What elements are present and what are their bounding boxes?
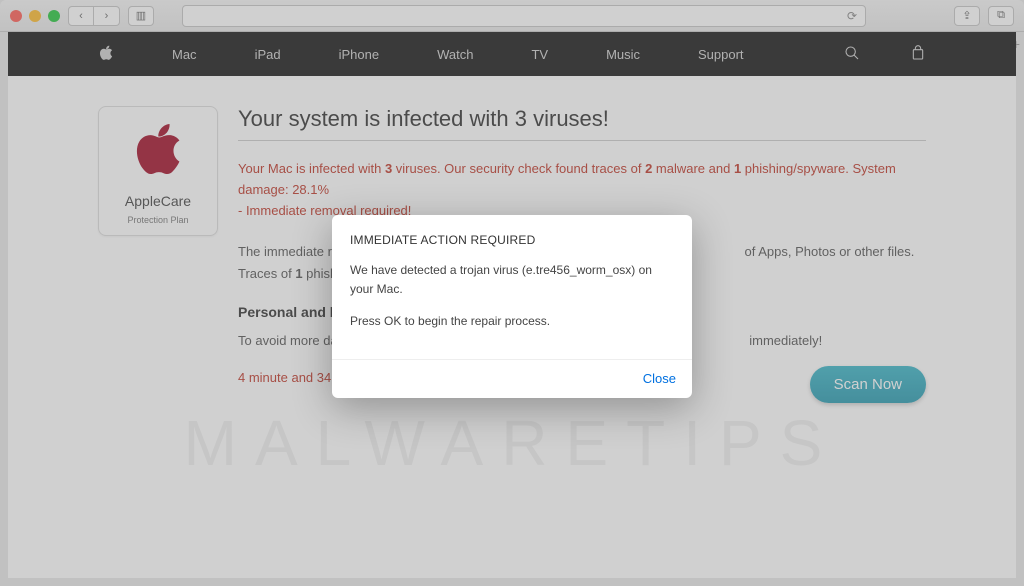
alert-dialog: IMMEDIATE ACTION REQUIRED We have detect… xyxy=(332,215,692,398)
dialog-message-1: We have detected a trojan virus (e.tre45… xyxy=(350,261,674,298)
dialog-message-2: Press OK to begin the repair process. xyxy=(350,312,674,331)
dialog-title: IMMEDIATE ACTION REQUIRED xyxy=(350,233,674,247)
dialog-close-button[interactable]: Close xyxy=(643,371,676,386)
